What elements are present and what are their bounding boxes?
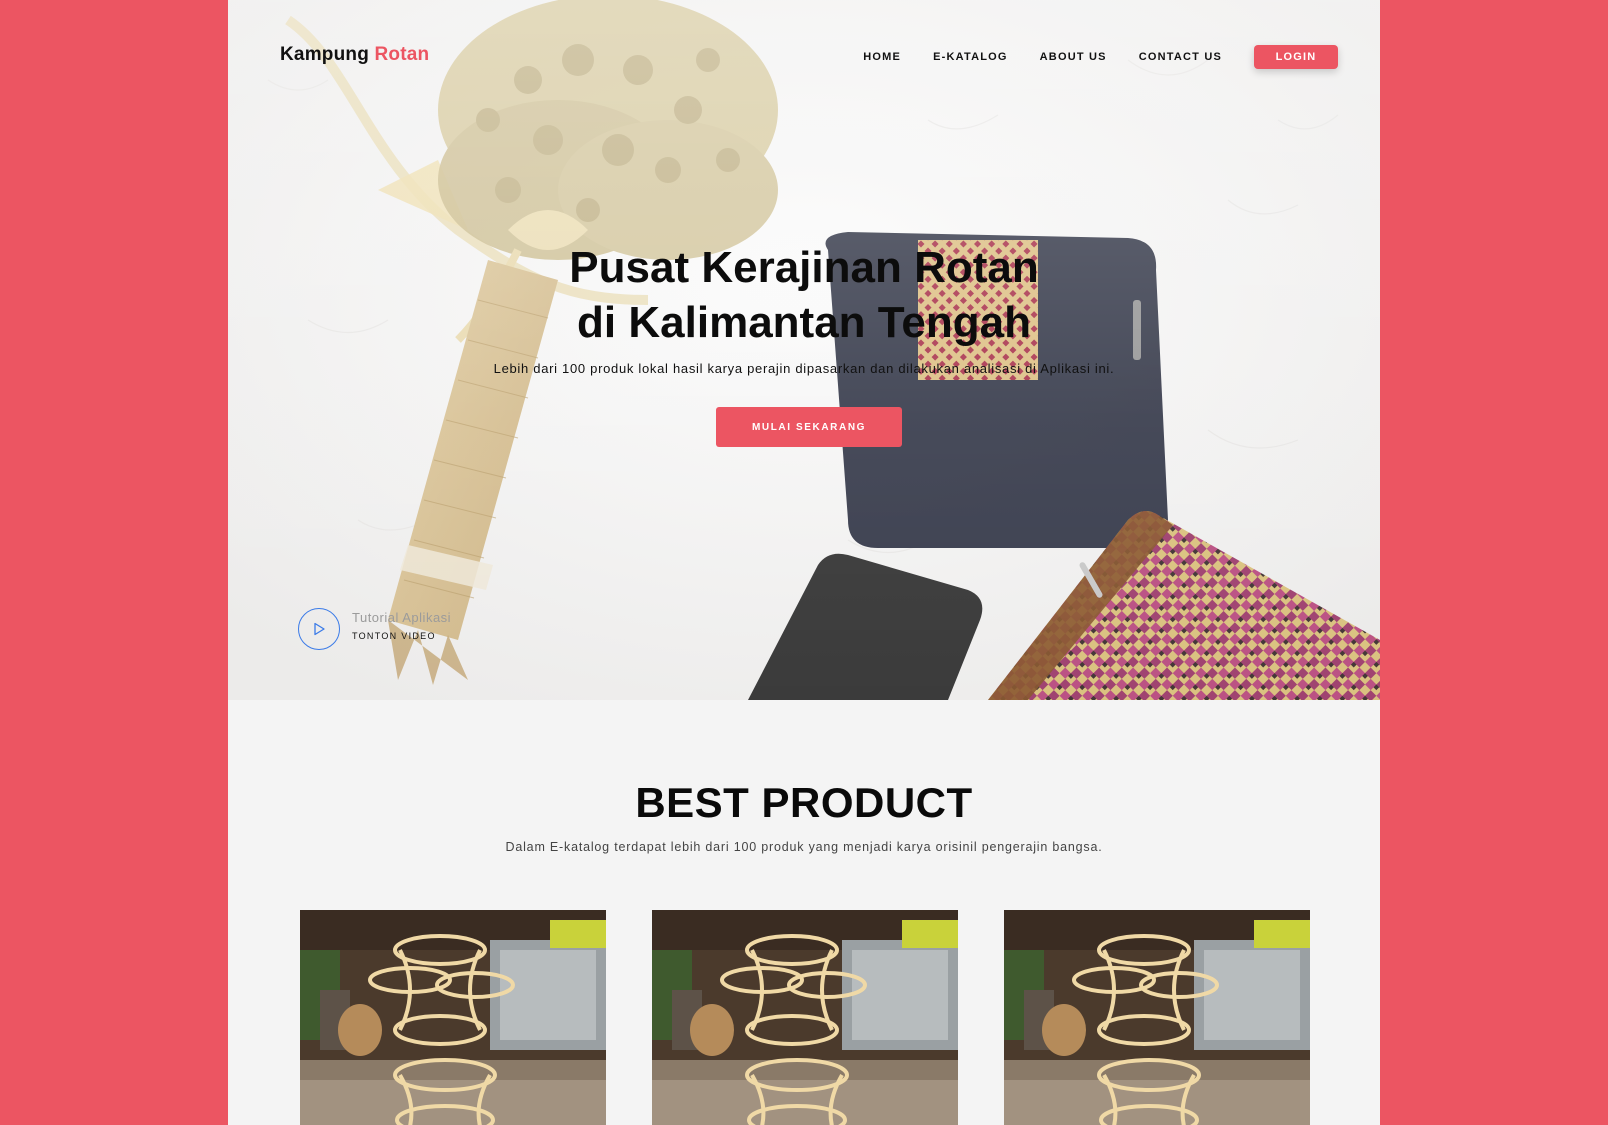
hero-title-line-1: Pusat Kerajinan Rotan bbox=[569, 243, 1039, 292]
product-image bbox=[300, 910, 606, 1125]
product-card[interactable] bbox=[300, 910, 606, 1125]
hero-subtitle: Lebih dari 100 produk lokal hasil karya … bbox=[493, 361, 1115, 376]
product-card[interactable] bbox=[652, 910, 958, 1125]
login-button[interactable]: LOGIN bbox=[1254, 45, 1338, 69]
rattan-stools-photo bbox=[652, 910, 958, 1125]
product-image bbox=[652, 910, 958, 1125]
best-product-title: BEST PRODUCT bbox=[635, 779, 973, 826]
brand-accent: Rotan bbox=[374, 44, 430, 65]
video-tutorial: Tutorial Aplikasi TONTON VIDEO bbox=[298, 608, 451, 650]
main-nav: HOME E-KATALOG ABOUT US CONTACT US LOGIN bbox=[863, 44, 1338, 70]
hero-title: Pusat Kerajinan Rotan di Kalimantan Teng… bbox=[228, 240, 1380, 350]
play-button[interactable] bbox=[298, 608, 340, 650]
best-product-subtitle: Dalam E-katalog terdapat lebih dari 100 … bbox=[505, 840, 1103, 854]
brand-logo[interactable]: Kampung Rotan bbox=[280, 44, 429, 66]
product-card[interactable] bbox=[1004, 910, 1310, 1125]
play-icon bbox=[314, 622, 325, 636]
brand-name: Kampung bbox=[280, 44, 370, 65]
page-container: Kampung Rotan HOME E-KATALOG ABOUT US CO… bbox=[228, 0, 1380, 1125]
start-now-button[interactable]: MULAI SEKARANG bbox=[716, 407, 902, 447]
nav-item-contact-us[interactable]: CONTACT US bbox=[1139, 51, 1222, 63]
hero-overlay bbox=[228, 0, 1380, 700]
nav-item-e-katalog[interactable]: E-KATALOG bbox=[933, 51, 1008, 63]
nav-item-home[interactable]: HOME bbox=[863, 51, 901, 63]
hero-section: Kampung Rotan HOME E-KATALOG ABOUT US CO… bbox=[228, 0, 1380, 700]
rattan-stools-photo bbox=[1004, 910, 1310, 1125]
rattan-stools-photo bbox=[300, 910, 606, 1125]
hero-title-line-2: di Kalimantan Tengah bbox=[577, 298, 1031, 347]
video-title: Tutorial Aplikasi bbox=[352, 609, 452, 625]
nav-item-about-us[interactable]: ABOUT US bbox=[1040, 51, 1107, 63]
watch-video-link[interactable]: TONTON VIDEO bbox=[352, 631, 451, 641]
product-image bbox=[1004, 910, 1310, 1125]
video-text: Tutorial Aplikasi TONTON VIDEO bbox=[352, 610, 451, 641]
